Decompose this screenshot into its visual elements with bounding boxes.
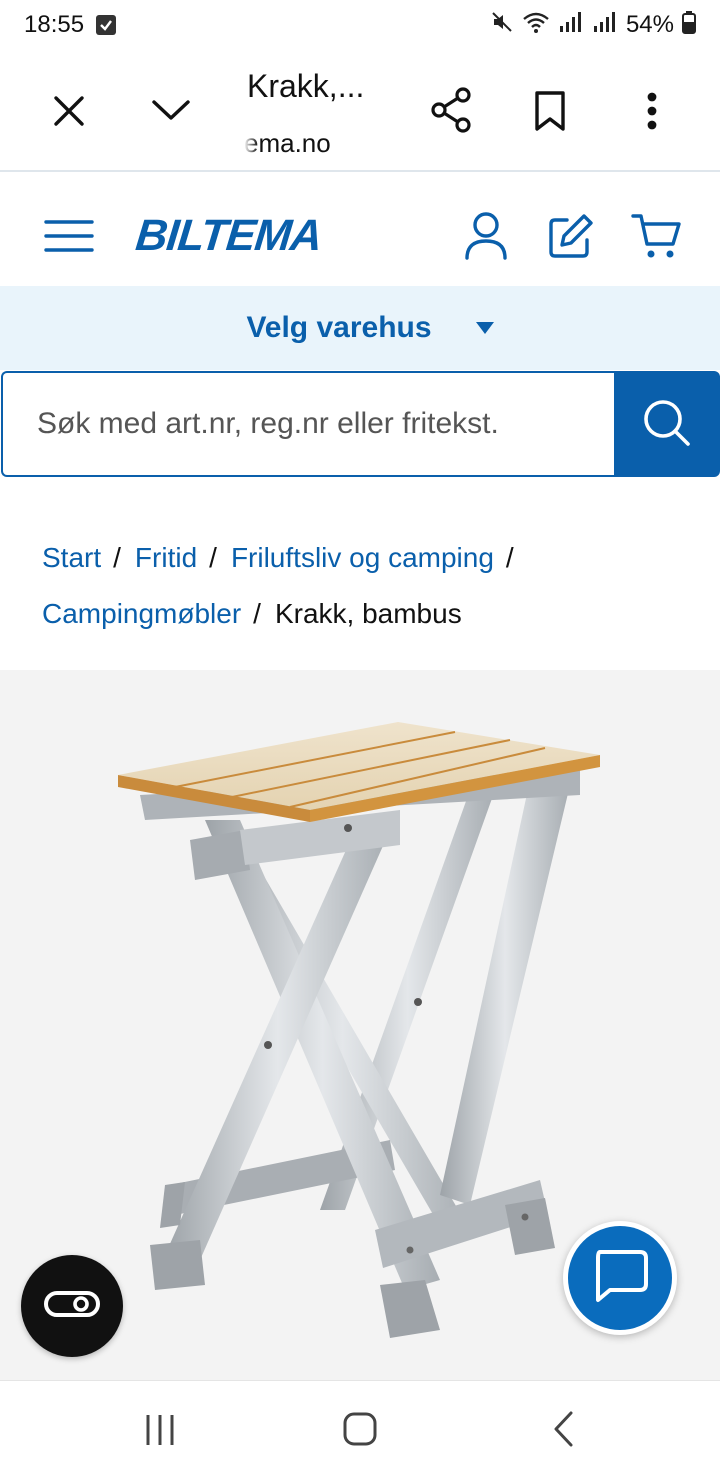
share-icon[interactable] [428,86,474,134]
breadcrumb: Start / Fritid / Friluftsliv og camping / Camp… [42,530,702,642]
system-navigation-bar [0,1380,720,1480]
mute-icon [490,10,514,41]
biltema-logo[interactable]: BILTEMA [133,211,323,261]
chat-button[interactable] [563,1221,677,1335]
breadcrumb-separator: / [505,542,514,573]
status-time: 18:55 [24,11,85,38]
close-icon[interactable] [48,90,90,132]
breadcrumb-campingmobler[interactable]: Campingmøbler [42,598,241,629]
breadcrumb-current: Krakk, bambus [274,598,462,629]
store-selector[interactable]: Velg varehus [0,286,720,370]
accessibility-toggle-icon[interactable] [44,1290,100,1322]
search-input[interactable] [1,371,615,477]
more-vert-icon[interactable] [638,90,666,132]
recents-icon[interactable] [140,1411,180,1449]
search-bar [0,371,720,477]
breadcrumb-separator: / [253,598,261,629]
breadcrumb-separator: / [209,542,217,573]
bookmark-icon[interactable] [532,88,568,134]
menu-icon[interactable] [44,216,94,256]
home-icon[interactable] [340,1409,380,1449]
breadcrumb-start[interactable]: Start [42,542,101,573]
chat-icon[interactable] [590,1248,650,1309]
user-icon[interactable] [462,210,510,262]
cart-icon[interactable] [630,210,684,262]
signal-icon-2 [592,11,618,40]
status-bar: 18:55 54% [0,0,720,50]
tab-title[interactable]: Krakk,... [247,68,364,105]
store-selector-label[interactable]: Velg varehus [246,311,431,345]
breadcrumb-fritid[interactable]: Fritid [135,542,197,573]
battery-level: 54% [625,11,674,38]
search-button[interactable] [614,371,720,477]
tab-url[interactable]: ema.no [244,128,364,159]
chevron-down-icon[interactable] [148,92,194,128]
search-icon[interactable] [641,397,693,452]
edit-icon[interactable] [546,210,596,262]
site-header [0,172,720,286]
battery-icon [682,10,696,41]
caret-down-icon[interactable] [475,322,494,334]
wifi-icon [522,10,550,41]
signal-icon [558,11,584,40]
accessibility-toggle-button[interactable] [21,1255,123,1357]
breadcrumb-separator: / [113,542,121,573]
breadcrumb-friluftsliv[interactable]: Friluftsliv og camping [231,542,494,573]
back-icon[interactable] [548,1409,578,1449]
notification-check-icon [96,15,117,35]
